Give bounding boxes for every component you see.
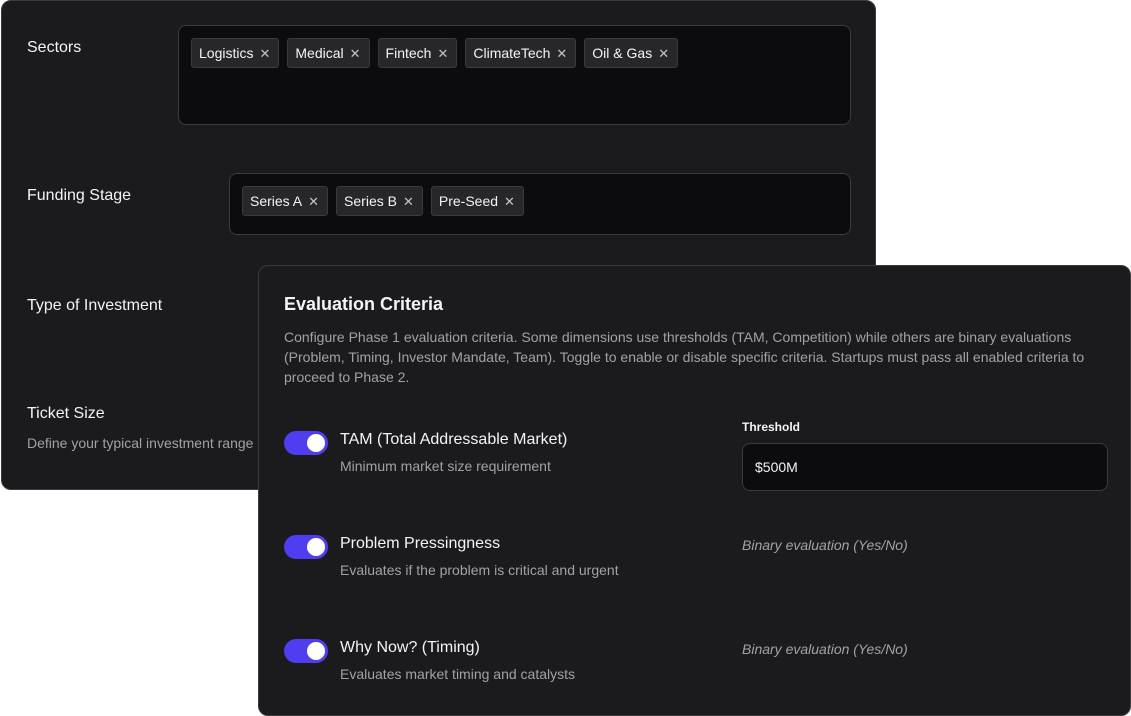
ticket-size-label: Ticket Size <box>27 405 105 422</box>
criterion-problem-pressingness: Problem Pressingness Evaluates if the pr… <box>284 535 1104 605</box>
binary-evaluation-note: Binary evaluation (Yes/No) <box>742 641 908 657</box>
chip-label: Series B <box>344 193 397 209</box>
criterion-why-now: Why Now? (Timing) Evaluates market timin… <box>284 639 1104 709</box>
tam-toggle[interactable] <box>284 431 328 455</box>
toggle-knob <box>307 538 325 556</box>
remove-chip-icon[interactable]: ✕ <box>259 47 270 60</box>
remove-chip-icon[interactable]: ✕ <box>437 47 448 60</box>
funding-stage-chip: Series B ✕ <box>336 186 423 216</box>
evaluation-criteria-description: Configure Phase 1 evaluation criteria. S… <box>284 329 1085 385</box>
ticket-size-description: Define your typical investment range <box>27 435 254 451</box>
chip-label: Series A <box>250 193 303 209</box>
criterion-title: Why Now? (Timing) <box>340 639 480 656</box>
sector-chip: ClimateTech ✕ <box>465 38 577 68</box>
evaluation-criteria-card: Evaluation Criteria Configure Phase 1 ev… <box>258 265 1131 716</box>
chip-label: Pre-Seed <box>438 193 499 209</box>
criterion-title: Problem Pressingness <box>340 535 501 552</box>
chip-label: ClimateTech <box>473 45 551 61</box>
stage: Sectors Logistics ✕ Medical ✕ Fintech ✕ Cli… <box>0 0 1131 716</box>
sector-chip: Medical ✕ <box>287 38 370 68</box>
remove-chip-icon[interactable]: ✕ <box>556 47 567 60</box>
chip-label: Oil & Gas <box>592 45 653 61</box>
type-of-investment-label: Type of Investment <box>27 297 163 314</box>
sectors-label: Sectors <box>27 39 82 56</box>
funding-stage-chip: Series A ✕ <box>242 186 329 216</box>
funding-stage-label: Funding Stage <box>27 187 132 204</box>
toggle-knob <box>307 642 325 660</box>
funding-stage-chip: Pre-Seed ✕ <box>430 186 524 216</box>
remove-chip-icon[interactable]: ✕ <box>308 195 319 208</box>
criterion-subtitle: Evaluates market timing and catalysts <box>340 666 575 682</box>
chip-label: Fintech <box>385 45 432 61</box>
binary-evaluation-note: Binary evaluation (Yes/No) <box>742 537 908 553</box>
funding-stage-tag-input[interactable]: Series A ✕ Series B ✕ Pre-Seed ✕ <box>229 173 851 235</box>
sector-chip: Fintech ✕ <box>377 38 458 68</box>
sector-chip: Oil & Gas ✕ <box>584 38 679 68</box>
chip-label: Logistics <box>199 45 254 61</box>
why-now-toggle[interactable] <box>284 639 328 663</box>
problem-pressingness-toggle[interactable] <box>284 535 328 559</box>
evaluation-criteria-title: Evaluation Criteria <box>284 294 444 314</box>
sectors-tag-input[interactable]: Logistics ✕ Medical ✕ Fintech ✕ ClimateTech… <box>178 25 851 125</box>
criterion-subtitle: Evaluates if the problem is critical and… <box>340 562 619 578</box>
chip-label: Medical <box>295 45 344 61</box>
remove-chip-icon[interactable]: ✕ <box>504 195 515 208</box>
remove-chip-icon[interactable]: ✕ <box>350 47 361 60</box>
remove-chip-icon[interactable]: ✕ <box>658 47 669 60</box>
criterion-title: TAM (Total Addressable Market) <box>340 431 568 448</box>
remove-chip-icon[interactable]: ✕ <box>403 195 414 208</box>
toggle-knob <box>307 434 325 452</box>
tam-threshold-input[interactable] <box>742 443 1108 491</box>
threshold-label: Threshold <box>742 420 801 434</box>
sector-chip: Logistics ✕ <box>191 38 280 68</box>
criterion-subtitle: Minimum market size requirement <box>340 458 551 474</box>
